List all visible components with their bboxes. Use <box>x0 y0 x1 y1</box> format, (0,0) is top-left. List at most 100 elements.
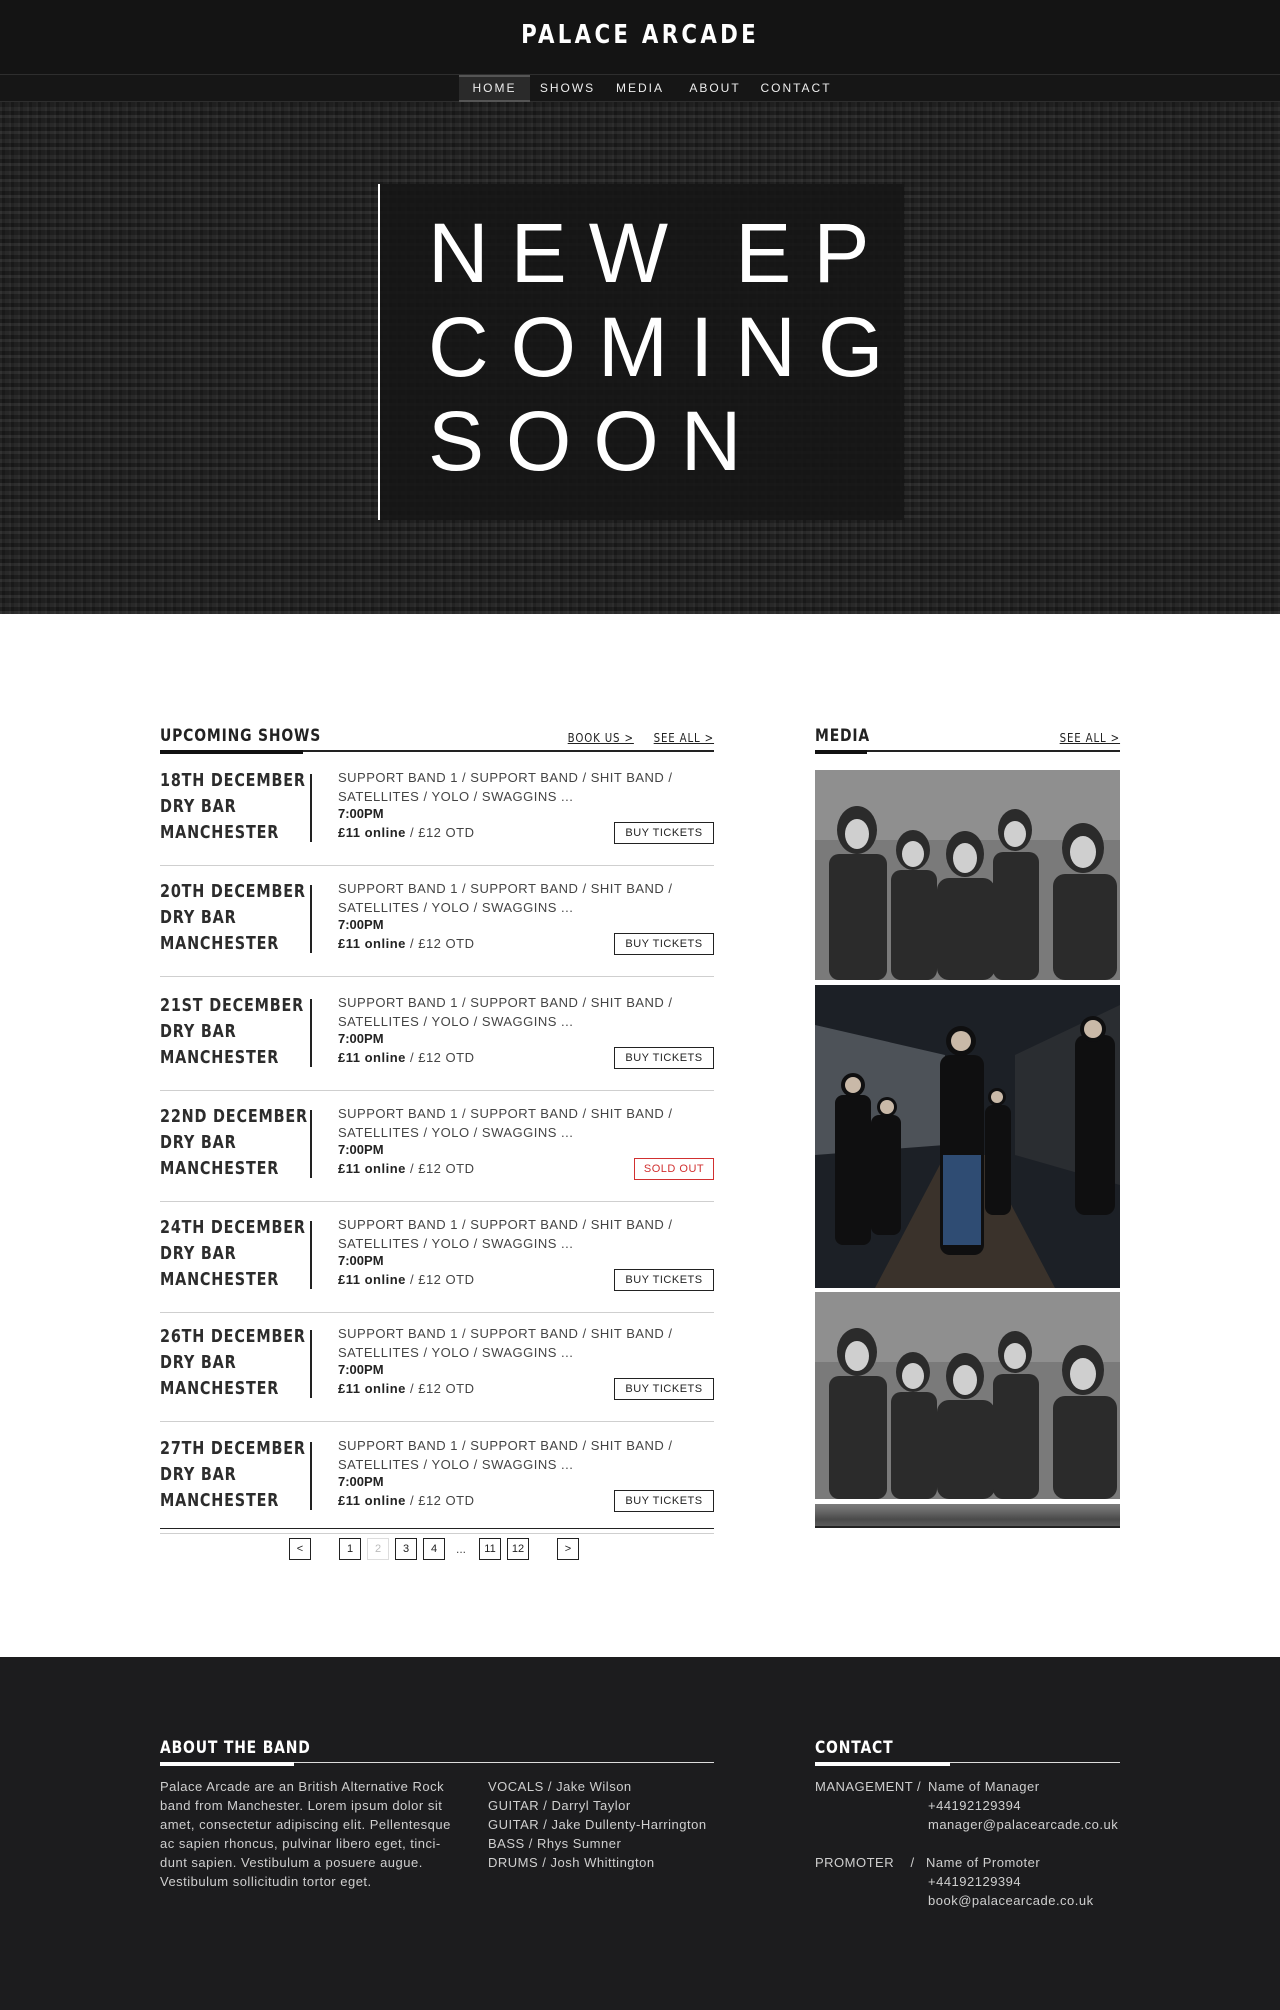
nav-shows[interactable]: SHOWS <box>535 75 600 102</box>
shows-see-all-link[interactable]: SEE ALL > <box>654 731 714 745</box>
member-bass: BASS / Rhys Sumner <box>488 1836 622 1851</box>
show-city: MANCHESTER <box>160 1269 280 1290</box>
show-divider <box>310 885 312 953</box>
show-time: 7:00PM <box>338 1031 384 1046</box>
media-see-all-link[interactable]: SEE ALL > <box>1060 731 1120 745</box>
show-lineup: SUPPORT BAND 1 / SUPPORT BAND / SHIT BAN… <box>338 993 708 1031</box>
show-city: MANCHESTER <box>160 1158 280 1179</box>
pagination-page[interactable]: 12 <box>507 1538 529 1560</box>
show-date: 22ND DECEMBER <box>160 1106 308 1127</box>
hero-line-3: SOON <box>428 394 764 488</box>
site-header: PALACE ARCADE HOME SHOWS MEDIA ABOUT CON… <box>0 0 1280 102</box>
show-city: MANCHESTER <box>160 822 280 843</box>
nav-home[interactable]: HOME <box>459 75 530 102</box>
show-price: £11 online / £12 OTD <box>338 1161 474 1176</box>
show-lineup-line: SUPPORT BAND 1 / SUPPORT BAND / SHIT BAN… <box>338 1438 673 1453</box>
show-price: £11 online / £12 OTD <box>338 1493 474 1508</box>
show-date-block: 26TH DECEMBER DRY BAR MANCHESTER <box>160 1324 306 1402</box>
about-text-line: Palace Arcade are an British Alternative… <box>160 1779 445 1794</box>
show-lineup-line: SUPPORT BAND 1 / SUPPORT BAND / SHIT BAN… <box>338 995 673 1010</box>
show-price-online: £11 online <box>338 825 406 840</box>
about-text: Palace Arcade are an British Alternative… <box>160 1777 480 1891</box>
band-members: VOCALS / Jake Wilson GUITAR / Darryl Tay… <box>488 1777 728 1872</box>
show-date-block: 18TH DECEMBER DRY BAR MANCHESTER <box>160 768 305 846</box>
show-time: 7:00PM <box>338 1253 384 1268</box>
about-text-line: band from Manchester. Lorem ipsum dolor … <box>160 1798 443 1813</box>
show-price: £11 online / £12 OTD <box>338 1381 474 1396</box>
contact-title-underline <box>815 1762 950 1766</box>
about-title: ABOUT THE BAND <box>160 1738 311 1758</box>
buy-tickets-button[interactable]: BUY TICKETS <box>614 1269 714 1291</box>
media-photo-band-portrait[interactable] <box>815 770 1120 980</box>
show-date: 24TH DECEMBER <box>160 1217 306 1238</box>
pagination-ellipsis: ... <box>456 1542 467 1556</box>
show-price-online: £11 online <box>338 1161 406 1176</box>
show-row: 18TH DECEMBER DRY BAR MANCHESTER SUPPORT BA… <box>160 756 714 866</box>
nav-media[interactable]: MEDIA <box>610 75 670 102</box>
shows-title-underline <box>160 750 303 754</box>
show-divider <box>310 1110 312 1178</box>
pagination-prev[interactable]: < <box>289 1538 311 1560</box>
hero-accent-line <box>378 184 380 520</box>
show-divider <box>310 774 312 842</box>
manager-email[interactable]: manager@palacearcade.co.uk <box>928 1815 1128 1834</box>
pagination-page[interactable]: 3 <box>395 1538 417 1560</box>
site-logo[interactable]: PALACE ARCADE <box>115 20 1165 50</box>
show-lineup-line: SATELLITES / YOLO / SWAGGINS ... <box>338 1014 574 1029</box>
pagination-next[interactable]: > <box>557 1538 579 1560</box>
show-time: 7:00PM <box>338 917 384 932</box>
about-text-line: amet, consectetur adipiscing elit. Pelle… <box>160 1817 451 1832</box>
show-price: £11 online / £12 OTD <box>338 936 474 951</box>
show-date: 27TH DECEMBER <box>160 1438 306 1459</box>
show-time: 7:00PM <box>338 1474 384 1489</box>
band-photo-illustration-2 <box>815 1292 1120 1499</box>
show-date: 21ST DECEMBER <box>160 995 305 1016</box>
media-header: MEDIA SEE ALL > <box>815 722 1120 754</box>
buy-tickets-button[interactable]: BUY TICKETS <box>614 933 714 955</box>
show-lineup-line: SATELLITES / YOLO / SWAGGINS ... <box>338 789 574 804</box>
show-date-block: 22ND DECEMBER DRY BAR MANCHESTER <box>160 1104 308 1182</box>
show-date: 26TH DECEMBER <box>160 1326 306 1347</box>
show-lineup-line: SATELLITES / YOLO / SWAGGINS ... <box>338 900 574 915</box>
show-lineup-line: SATELLITES / YOLO / SWAGGINS ... <box>338 1125 574 1140</box>
show-city: MANCHESTER <box>160 1490 280 1511</box>
show-lineup: SUPPORT BAND 1 / SUPPORT BAND / SHIT BAN… <box>338 1104 708 1142</box>
show-price-online: £11 online <box>338 1381 406 1396</box>
buy-tickets-button[interactable]: BUY TICKETS <box>614 822 714 844</box>
hero-line-1: NEW EP <box>428 206 892 300</box>
member-guitar-1: GUITAR / Darryl Taylor <box>488 1798 631 1813</box>
promoter-phone[interactable]: +44192129394 <box>926 1872 1126 1891</box>
pagination-page[interactable]: 11 <box>479 1538 501 1560</box>
show-city: MANCHESTER <box>160 933 280 954</box>
pagination-page-current[interactable]: 2 <box>367 1538 389 1560</box>
buy-tickets-button[interactable]: BUY TICKETS <box>614 1378 714 1400</box>
show-city: MANCHESTER <box>160 1378 280 1399</box>
show-lineup-line: SATELLITES / YOLO / SWAGGINS ... <box>338 1236 574 1251</box>
promoter-label: PROMOTER / <box>815 1855 915 1870</box>
show-row: 20TH DECEMBER DRY BAR MANCHESTER SUPPORT BA… <box>160 867 714 977</box>
nav-about[interactable]: ABOUT <box>684 75 746 102</box>
pagination: < 1 2 3 4 ... 11 12 > <box>160 1538 714 1560</box>
show-lineup: SUPPORT BAND 1 / SUPPORT BAND / SHIT BAN… <box>338 879 708 917</box>
show-date-block: 20TH DECEMBER DRY BAR MANCHESTER <box>160 879 305 957</box>
show-price-online: £11 online <box>338 1050 406 1065</box>
media-photo-band-portrait-2[interactable] <box>815 1292 1120 1499</box>
pagination-page[interactable]: 4 <box>423 1538 445 1560</box>
member-guitar-2: GUITAR / Jake Dullenty-Harrington <box>488 1817 707 1832</box>
book-us-link[interactable]: BOOK US > <box>568 731 634 745</box>
pagination-page[interactable]: 1 <box>339 1538 361 1560</box>
manager-phone[interactable]: +44192129394 <box>928 1796 1128 1815</box>
buy-tickets-button[interactable]: BUY TICKETS <box>614 1047 714 1069</box>
main-nav: HOME SHOWS MEDIA ABOUT CONTACT <box>0 74 1280 102</box>
buy-tickets-button[interactable]: BUY TICKETS <box>614 1490 714 1512</box>
show-date-block: 24TH DECEMBER DRY BAR MANCHESTER <box>160 1215 306 1293</box>
show-lineup-line: SUPPORT BAND 1 / SUPPORT BAND / SHIT BAN… <box>338 881 673 896</box>
promoter-email[interactable]: book@palacearcade.co.uk <box>926 1891 1126 1910</box>
show-date-block: 21ST DECEMBER DRY BAR MANCHESTER <box>160 993 305 1071</box>
band-photo-illustration <box>815 770 1120 980</box>
media-photo-band-railway[interactable] <box>815 985 1120 1288</box>
show-lineup-line: SATELLITES / YOLO / SWAGGINS ... <box>338 1457 574 1472</box>
nav-contact[interactable]: CONTACT <box>756 75 836 102</box>
media-photo-partial[interactable] <box>815 1504 1120 1528</box>
show-venue: DRY BAR <box>160 1464 237 1485</box>
